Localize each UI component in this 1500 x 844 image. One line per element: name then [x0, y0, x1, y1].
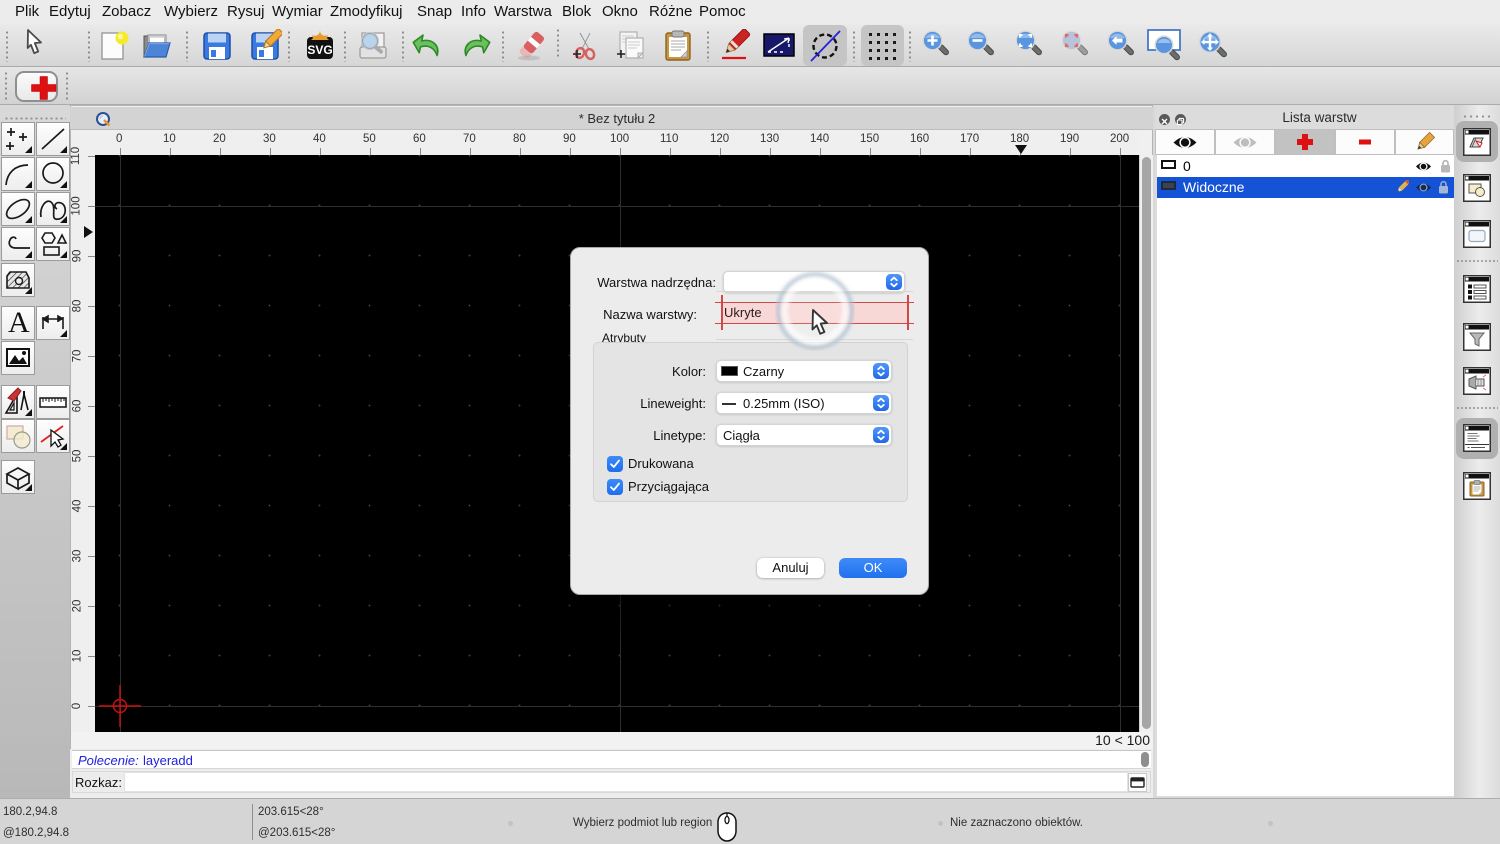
svg-text:SVG: SVG	[307, 43, 332, 57]
